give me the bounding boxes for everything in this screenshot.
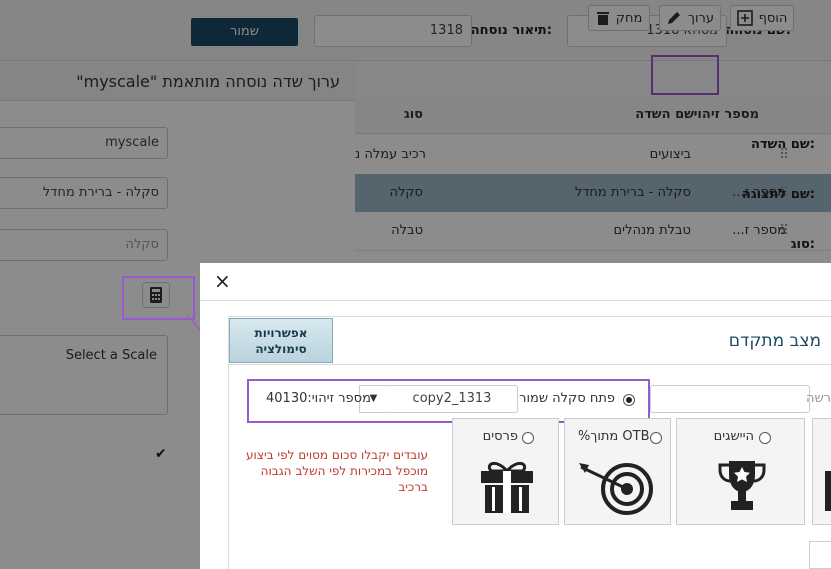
option-description: עובדים יקבלו סכום מסוים לפי ביצוע מוכפל … xyxy=(246,448,428,494)
simulation-options-button[interactable]: אפשרויות סימולציה xyxy=(229,318,333,363)
option-card-partial[interactable] xyxy=(812,418,831,525)
partial-button[interactable] xyxy=(809,541,831,569)
achievements-radio[interactable] xyxy=(759,432,771,444)
saved-scale-input[interactable]: copy2_1313 xyxy=(386,385,518,413)
open-saved-scale-radio[interactable] xyxy=(623,394,635,406)
open-saved-scale-label: פתח סקלה שמורה xyxy=(510,391,615,406)
trophy-icon xyxy=(718,461,766,510)
prizes-radio[interactable] xyxy=(522,432,534,444)
scale-id-display: מספר זיהוי:40130 xyxy=(266,391,371,406)
otb-radio[interactable] xyxy=(650,432,662,444)
modal-divider xyxy=(200,300,831,301)
gift-icon xyxy=(481,462,533,513)
new-scale-label: רשה xyxy=(805,391,831,406)
option-card-prizes[interactable]: פרסים xyxy=(452,418,559,525)
option-card-achievements[interactable]: היישגים xyxy=(676,418,805,525)
close-icon[interactable]: × xyxy=(214,269,231,293)
modal-divider xyxy=(228,364,831,365)
new-scale-input[interactable]: רשה xyxy=(650,385,831,413)
modal-section-title: מצב מתקדם xyxy=(728,331,821,351)
option-card-otb[interactable]: %מתוך OTB xyxy=(564,418,671,525)
target-arrow-icon xyxy=(579,463,653,515)
